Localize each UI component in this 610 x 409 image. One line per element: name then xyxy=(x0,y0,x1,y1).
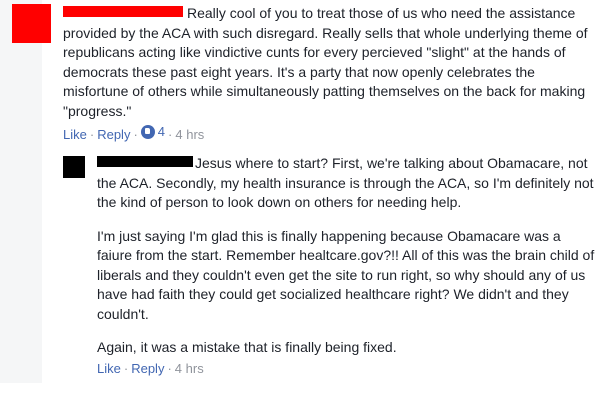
reply-link[interactable]: Reply xyxy=(97,127,130,142)
timestamp[interactable]: 4 hrs xyxy=(175,361,204,376)
separator-dot: · xyxy=(167,360,172,376)
left-gutter-bottom xyxy=(0,383,42,409)
comment-body: Really cool of you to treat those of us … xyxy=(63,4,598,144)
comment-actions: Like · Reply · 4 · 4 hrs xyxy=(63,123,598,144)
like-link[interactable]: Like xyxy=(97,361,121,376)
comment-actions: Like · Reply · 4 hrs xyxy=(97,360,597,378)
left-gutter xyxy=(0,0,42,409)
timestamp[interactable]: 4 hrs xyxy=(175,127,204,142)
avatar-redacted[interactable] xyxy=(12,4,51,43)
comment-paragraph: I'm just saying I'm glad this is finally… xyxy=(97,227,595,322)
comment-text: Really cool of you to treat those of us … xyxy=(63,4,598,121)
reaction-summary[interactable]: 4 xyxy=(140,123,166,141)
separator-dot: · xyxy=(123,360,129,376)
separator-dot: · xyxy=(133,127,138,142)
reaction-count: 4 xyxy=(157,124,166,139)
separator-dot: · xyxy=(168,127,173,142)
like-link[interactable]: Like xyxy=(63,127,87,142)
comment-paragraph: Jesus where to start? First, we're talki… xyxy=(97,154,597,213)
author-name-redacted[interactable] xyxy=(97,156,193,167)
author-name-redacted[interactable] xyxy=(63,6,183,17)
thumbs-up-icon xyxy=(140,125,155,139)
avatar-redacted[interactable] xyxy=(63,156,85,178)
reply-link[interactable]: Reply xyxy=(131,361,164,376)
separator-dot: · xyxy=(89,127,95,142)
comment-body: Jesus where to start? First, we're talki… xyxy=(97,154,597,378)
comment-paragraph: Again, it was a mistake that is finally … xyxy=(97,339,397,355)
comment-text-content: Really cool of you to treat those of us … xyxy=(63,5,588,119)
